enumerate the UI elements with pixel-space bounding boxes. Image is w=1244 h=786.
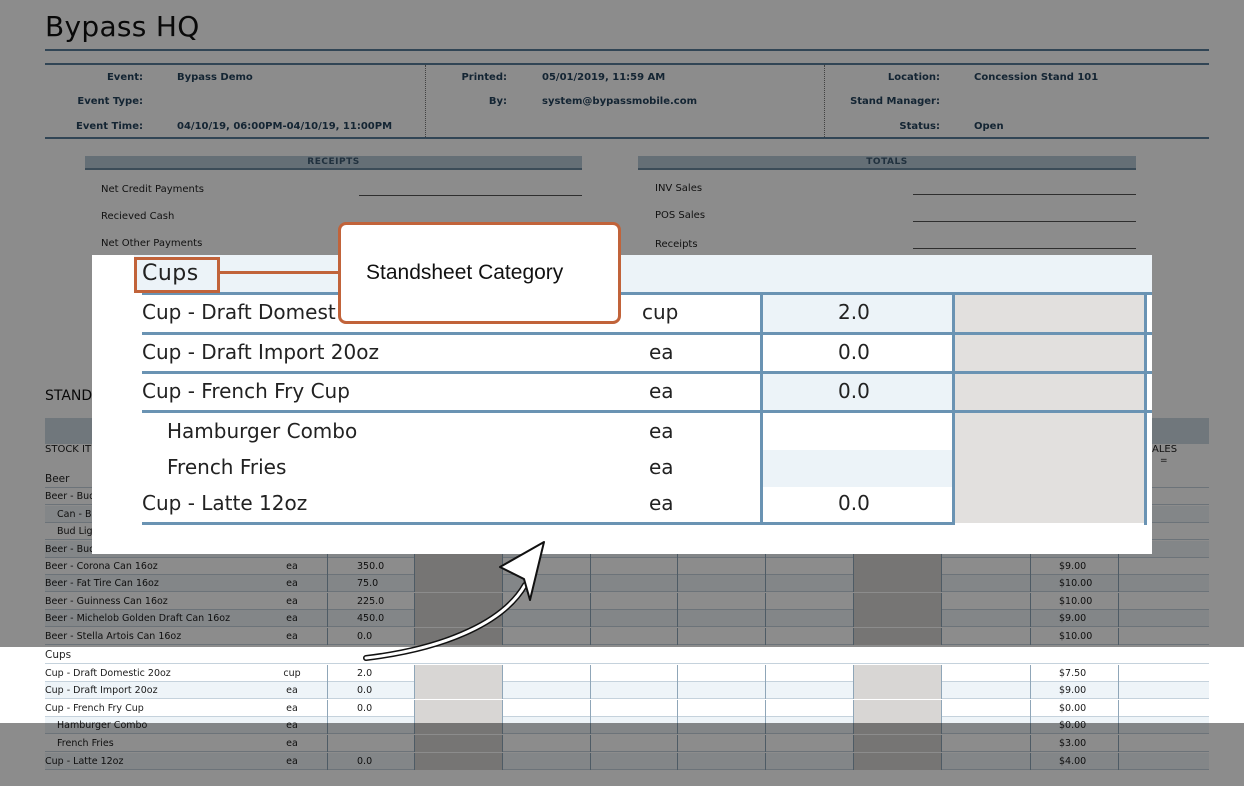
curved-arrow-icon: [363, 541, 545, 661]
curved-arrow-shaft-fill: [364, 583, 527, 660]
curved-arrow-shaft: [363, 582, 528, 661]
